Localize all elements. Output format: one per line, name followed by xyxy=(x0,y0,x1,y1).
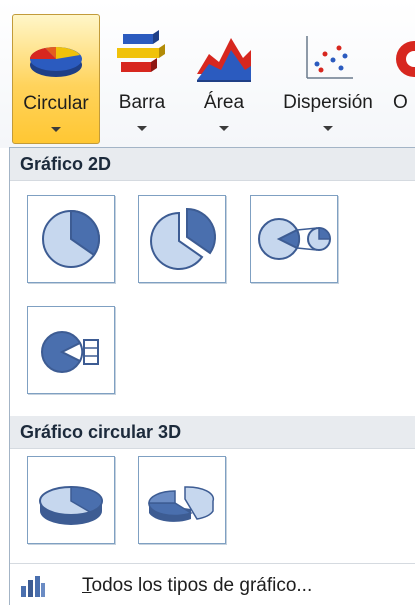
chevron-down-icon xyxy=(137,126,147,131)
pie-3d-icon xyxy=(39,486,103,525)
other-chart-icon xyxy=(396,41,415,77)
area-chart-button[interactable]: Área xyxy=(186,14,262,144)
exploded-pie-icon xyxy=(150,207,217,270)
all-chart-types-icon xyxy=(21,576,45,597)
circular-chart-button[interactable]: Circular xyxy=(12,14,100,144)
bar-of-pie-icon xyxy=(41,331,99,373)
other-charts-button[interactable]: O xyxy=(392,14,415,144)
other-label: O xyxy=(393,92,408,113)
chevron-down-icon xyxy=(323,126,333,131)
chevron-down-icon xyxy=(51,127,61,132)
pie-of-pie-tile[interactable] xyxy=(250,195,338,283)
pie-of-pie-icon xyxy=(258,218,331,260)
exploded-pie-3d-icon xyxy=(148,486,215,522)
exploded-pie-2d-tile[interactable] xyxy=(138,195,226,283)
barra-chart-button[interactable]: Barra xyxy=(106,14,178,144)
area-chart-icon xyxy=(197,38,251,82)
bar-of-pie-tile[interactable] xyxy=(27,306,115,394)
accelerator-key: T xyxy=(82,575,92,596)
exploded-pie-3d-tile[interactable] xyxy=(138,456,226,544)
circular-label: Circular xyxy=(23,93,89,114)
section-header-2d: Gráfico 2D xyxy=(10,148,415,181)
scatter-chart-icon xyxy=(306,36,353,79)
dispersion-label: Dispersión xyxy=(283,92,373,113)
barra-label: Barra xyxy=(118,92,166,113)
pie-2d-tile[interactable] xyxy=(27,195,115,283)
pie-icon xyxy=(42,209,101,268)
chart-type-ribbon: Circular Barra Área Dispersión O xyxy=(0,0,415,148)
all-chart-types-link[interactable]: Todos los tipos de gráfico... xyxy=(82,575,312,597)
section-header-3d: Gráfico circular 3D xyxy=(10,416,415,449)
area-label: Área xyxy=(203,92,245,113)
all-chart-types-text: odos los tipos de gráfico... xyxy=(91,575,313,596)
section-title-3d: Gráfico circular 3D xyxy=(20,422,182,442)
chevron-down-icon xyxy=(219,126,229,131)
pie-chart-icon xyxy=(29,46,82,77)
chart-gallery-panel: Gráfico 2D Gráfico circular 3D Todos los… xyxy=(9,147,415,605)
pie-3d-tile[interactable] xyxy=(27,456,115,544)
all-chart-types-row[interactable]: Todos los tipos de gráfico... xyxy=(10,563,415,606)
bar-chart-icon xyxy=(117,30,165,72)
section-title-2d: Gráfico 2D xyxy=(20,154,112,174)
dispersion-chart-button[interactable]: Dispersión xyxy=(270,14,386,144)
